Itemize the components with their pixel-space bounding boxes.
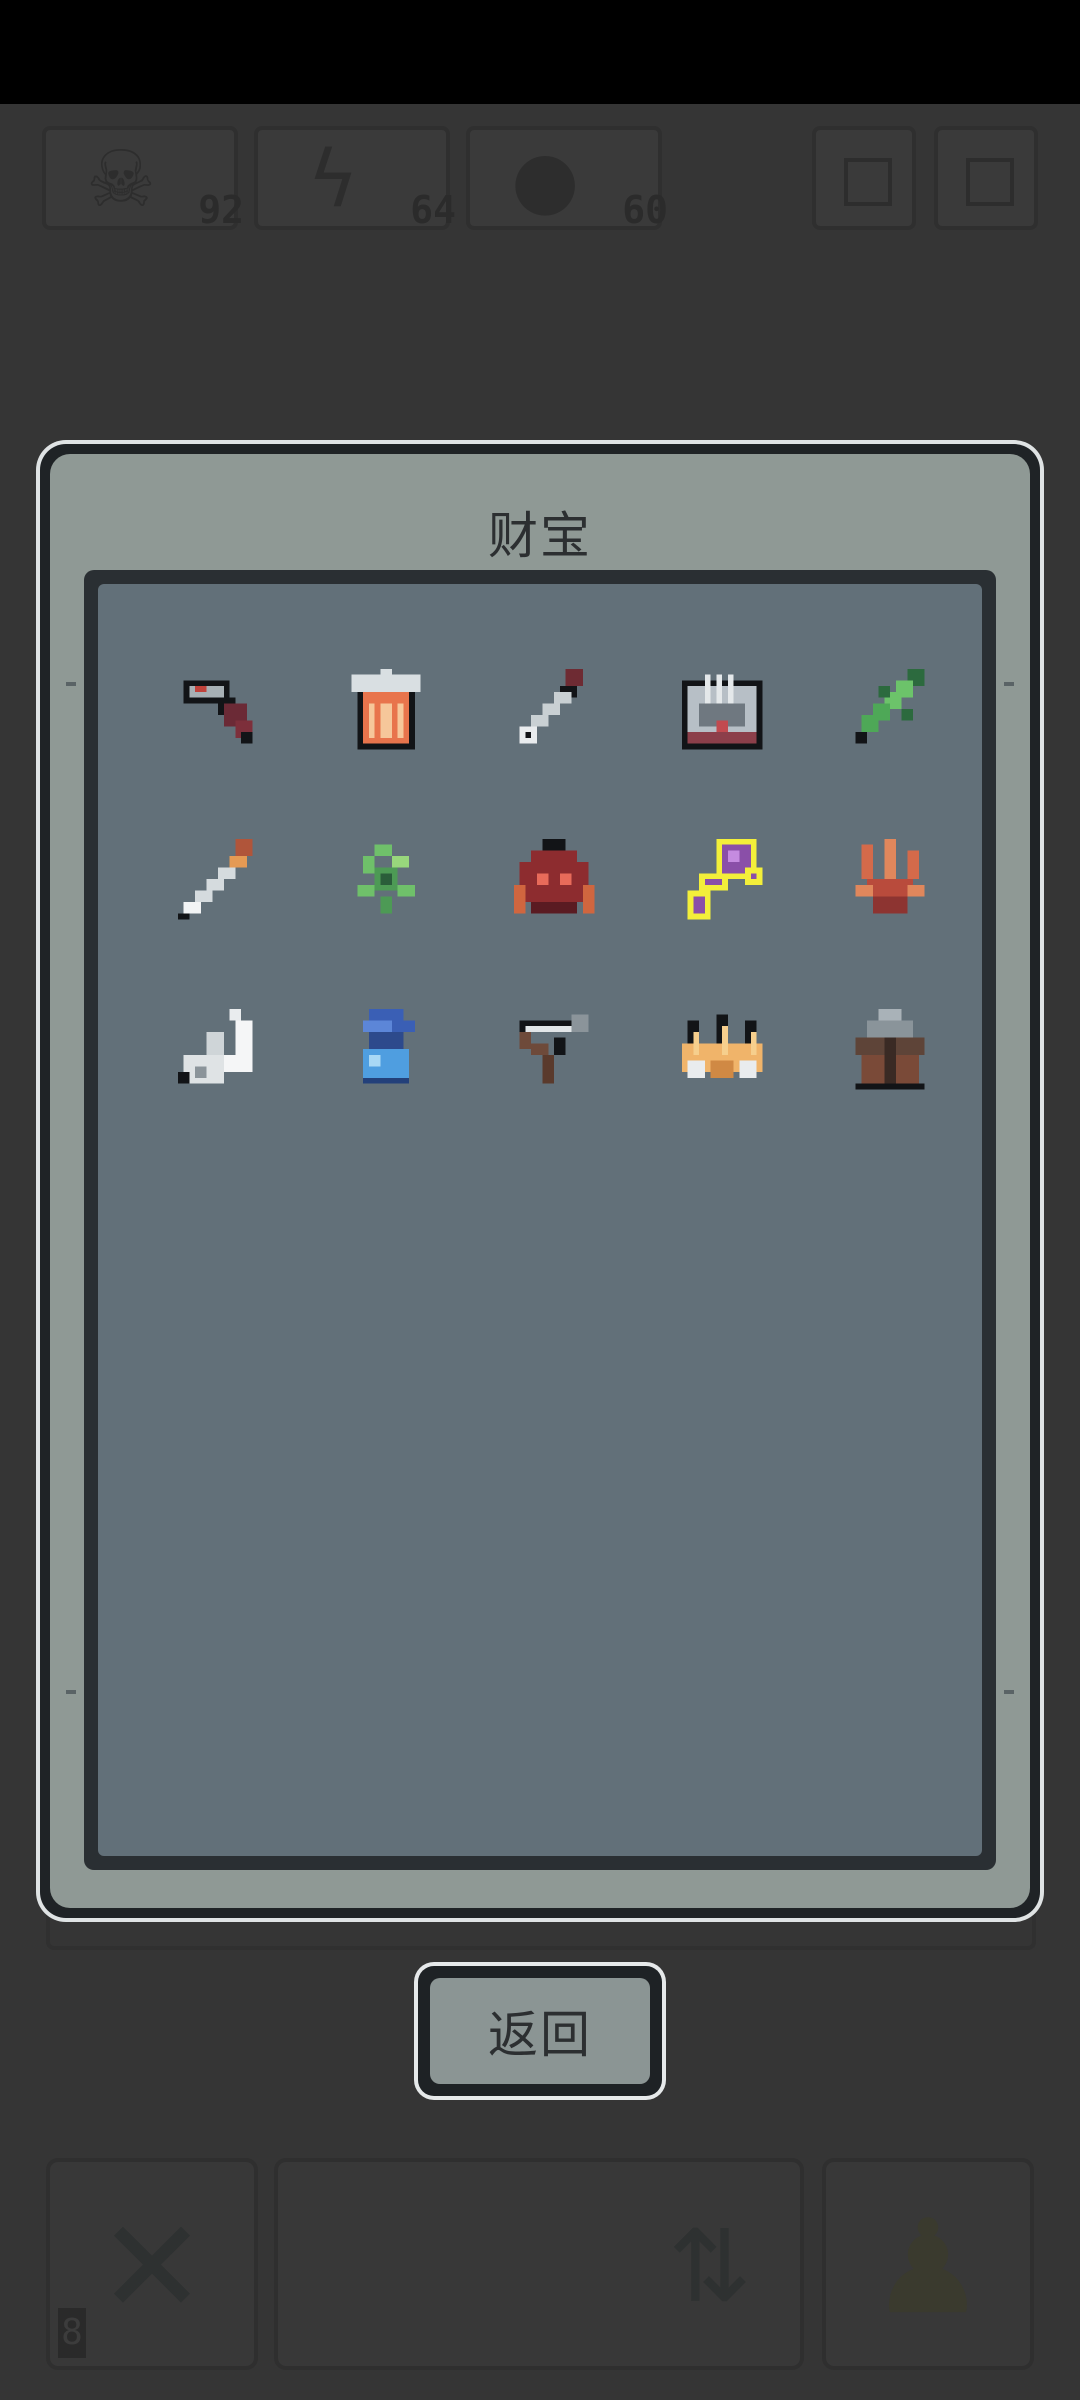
back-button[interactable]: 返回 bbox=[418, 1966, 662, 2096]
treasure-slot-anvil[interactable] bbox=[806, 964, 974, 1134]
green-plant-icon bbox=[357, 844, 415, 914]
lightning-icon: ϟ bbox=[307, 135, 359, 225]
stone-anvil-icon bbox=[855, 1008, 925, 1090]
treasure-modal: 财宝 bbox=[40, 444, 1040, 1918]
swap-arrows-icon: ⇅ bbox=[668, 2208, 752, 2325]
treasure-slot-chest[interactable] bbox=[638, 624, 806, 794]
status-bar bbox=[0, 0, 1080, 104]
hud-stat-value: 60 bbox=[622, 188, 668, 232]
treasure-slot-red-helmet[interactable] bbox=[470, 794, 638, 964]
treasure-grid bbox=[134, 624, 974, 1134]
treasure-chest-icon bbox=[681, 674, 763, 750]
slime-icon: ● bbox=[510, 135, 580, 225]
frame-rivet bbox=[1004, 682, 1014, 686]
hud-stat-value: 92 bbox=[198, 188, 244, 232]
hud-stat-slime: ● 60 bbox=[466, 126, 668, 232]
red-coral-icon bbox=[855, 838, 925, 914]
frame-rivet bbox=[1004, 1690, 1014, 1694]
treasure-slot-hammer[interactable] bbox=[134, 624, 302, 794]
inventory-frame bbox=[84, 570, 996, 1870]
slingshot-icon bbox=[519, 1014, 589, 1084]
barrel-icon bbox=[351, 668, 421, 750]
hud-stat-energy: ϟ 64 bbox=[254, 126, 456, 232]
skull-icon: ☠ bbox=[86, 135, 156, 225]
count-badge: 8 bbox=[58, 2308, 86, 2358]
treasure-slot-slingshot[interactable] bbox=[470, 964, 638, 1134]
attack-button[interactable]: ✕ 8 bbox=[46, 2158, 258, 2370]
green-sword-icon bbox=[855, 668, 925, 744]
red-helmet-icon bbox=[513, 838, 595, 914]
hammer-icon bbox=[183, 680, 253, 744]
treasure-slot-plant[interactable] bbox=[302, 794, 470, 964]
treasure-slot-coral[interactable] bbox=[806, 794, 974, 964]
frame-rivet bbox=[66, 1690, 76, 1694]
treasure-slot-purple-key[interactable] bbox=[638, 794, 806, 964]
short-sword-icon bbox=[177, 838, 253, 920]
hud-stat-value: 64 bbox=[410, 188, 456, 232]
modal-body: 财宝 bbox=[50, 454, 1030, 1908]
swap-bar[interactable]: ⇅ bbox=[274, 2158, 804, 2370]
menu-button[interactable] bbox=[934, 126, 1038, 230]
treasure-slot-dagger[interactable] bbox=[470, 624, 638, 794]
golden-crown-icon bbox=[681, 1014, 763, 1078]
character-icon: ♟ bbox=[869, 2191, 987, 2343]
dagger-icon bbox=[519, 668, 583, 744]
white-claw-icon bbox=[177, 1008, 253, 1084]
treasure-slot-crown[interactable] bbox=[638, 964, 806, 1134]
treasure-slot-claw[interactable] bbox=[134, 964, 302, 1134]
treasure-slot-barrel[interactable] bbox=[302, 624, 470, 794]
purple-key-icon bbox=[687, 838, 763, 920]
hud-stat-skull: ☠ 92 bbox=[42, 126, 244, 232]
map-button[interactable] bbox=[812, 126, 916, 230]
modal-title: 财宝 bbox=[488, 507, 592, 565]
treasure-slot-green-sword[interactable] bbox=[806, 624, 974, 794]
inventory-panel bbox=[98, 584, 982, 1856]
back-button-label: 返回 bbox=[430, 1978, 650, 2084]
character-button[interactable]: ♟ bbox=[822, 2158, 1034, 2370]
treasure-slot-potion[interactable] bbox=[302, 964, 470, 1134]
frame-rivet bbox=[66, 682, 76, 686]
blue-potion-icon bbox=[363, 1008, 415, 1084]
treasure-slot-short-sword[interactable] bbox=[134, 794, 302, 964]
